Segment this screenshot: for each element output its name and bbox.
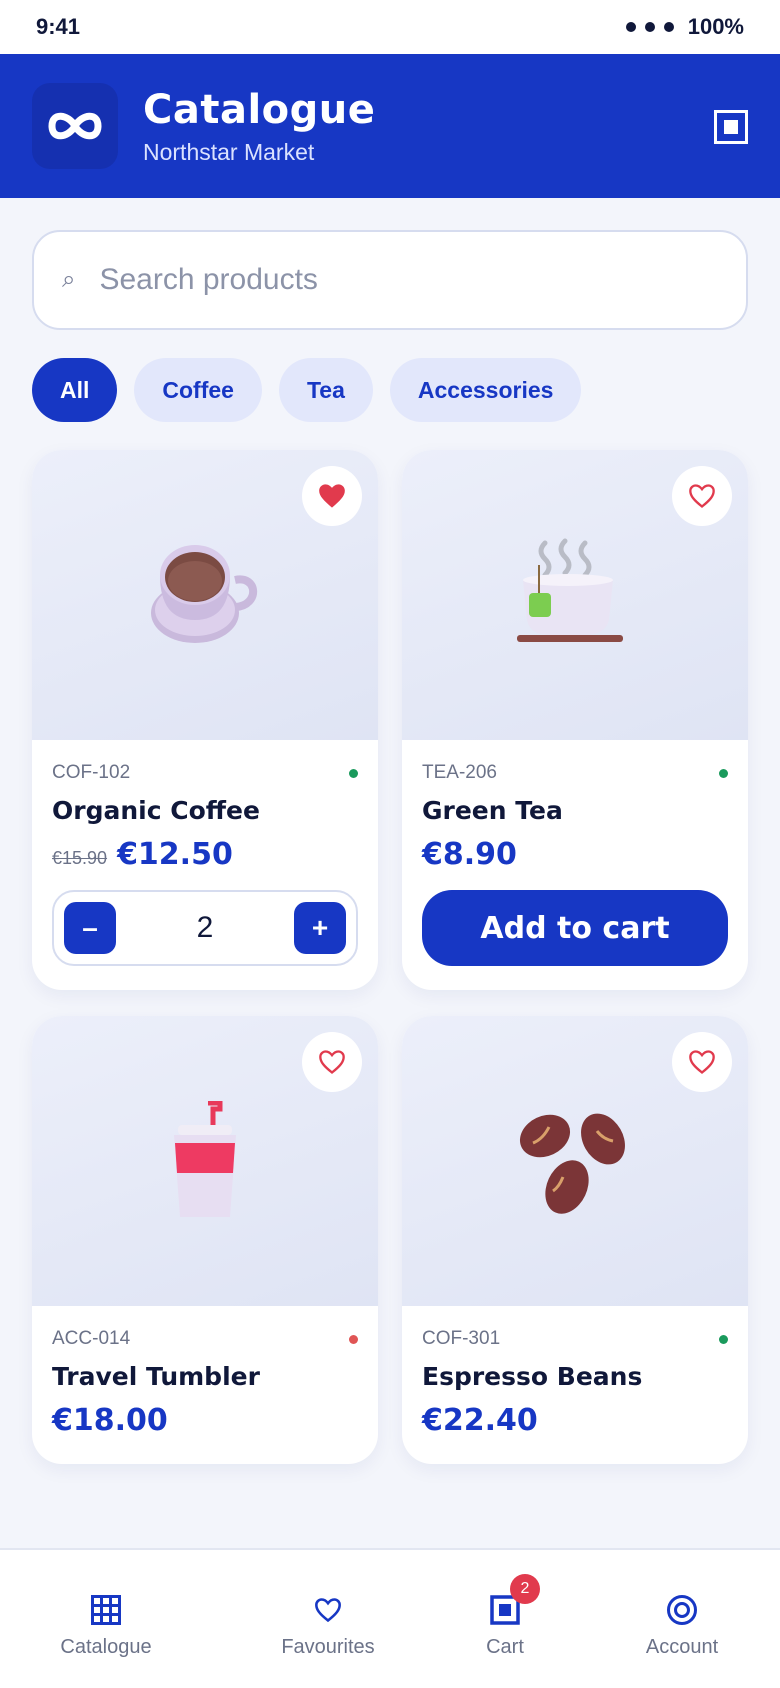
product-name[interactable]: Travel Tumbler bbox=[52, 1362, 358, 1391]
filter-chip-coffee[interactable]: Coffee bbox=[134, 358, 262, 422]
heart-outline-icon bbox=[319, 1050, 345, 1074]
bottom-navigation: Catalogue Favourites Cart 2 Account bbox=[0, 1548, 780, 1688]
product-sku: COF-102 bbox=[52, 762, 131, 783]
store-name: Northstar Market bbox=[143, 138, 315, 165]
tea-cup-icon bbox=[517, 538, 623, 642]
heart-icon bbox=[310, 1592, 346, 1628]
nav-item-favourites[interactable]: Favourites bbox=[263, 1550, 393, 1688]
product-name[interactable]: Green Tea bbox=[422, 796, 728, 825]
product-card-espresso-beans[interactable]: COF-301 Espresso Beans €22.40 bbox=[402, 1016, 748, 1464]
increase-quantity-button[interactable]: + bbox=[294, 902, 346, 954]
app-header: Catalogue Northstar Market bbox=[0, 54, 780, 198]
product-name[interactable]: Organic Coffee bbox=[52, 796, 358, 825]
infinity-logo-icon bbox=[32, 83, 118, 169]
product-sku: TEA-206 bbox=[422, 762, 497, 783]
grid-icon bbox=[88, 1592, 124, 1628]
quantity-stepper: – 2 + bbox=[52, 890, 358, 966]
product-image bbox=[402, 450, 748, 740]
original-price: €15.90 bbox=[52, 848, 108, 868]
heart-outline-icon bbox=[689, 484, 715, 508]
decrease-quantity-button[interactable]: – bbox=[64, 902, 116, 954]
product-price: €8.90 bbox=[422, 837, 517, 872]
status-time: 9:41 bbox=[36, 14, 81, 39]
status-indicators: 100% bbox=[625, 14, 744, 40]
coffee-cup-icon bbox=[151, 545, 258, 643]
heart-outline-icon bbox=[689, 1050, 715, 1074]
nav-item-cart[interactable]: Cart 2 bbox=[465, 1550, 545, 1688]
favorite-button[interactable] bbox=[672, 466, 732, 526]
heart-filled-icon bbox=[319, 484, 345, 508]
status-bar: 9:41 100% bbox=[0, 0, 780, 54]
favorite-button[interactable] bbox=[302, 1032, 362, 1092]
nav-label: Favourites bbox=[281, 1636, 375, 1658]
nav-label: Cart bbox=[486, 1636, 524, 1658]
add-to-cart-button[interactable]: Add to cart bbox=[422, 890, 728, 966]
product-image bbox=[32, 450, 378, 740]
product-price: €22.40 bbox=[422, 1403, 538, 1438]
search-input[interactable] bbox=[99, 263, 680, 297]
product-card-travel-tumbler[interactable]: ACC-014 Travel Tumbler €18.00 bbox=[32, 1016, 378, 1464]
scan-icon[interactable] bbox=[714, 110, 748, 144]
search-icon: ⌕ bbox=[62, 266, 76, 293]
product-sku: COF-301 bbox=[422, 1328, 501, 1349]
filter-chip-all[interactable]: All bbox=[32, 358, 118, 422]
page-title: Catalogue bbox=[143, 86, 376, 133]
favorite-button[interactable] bbox=[672, 1032, 732, 1092]
product-image bbox=[402, 1016, 748, 1306]
filter-chip-accessories[interactable]: Accessories bbox=[389, 358, 582, 422]
coffee-beans-icon bbox=[519, 1113, 625, 1214]
filter-chip-tea[interactable]: Tea bbox=[278, 358, 373, 422]
quantity-value: 2 bbox=[196, 911, 214, 944]
category-filters: All Coffee Tea Accessories bbox=[32, 358, 582, 422]
nav-item-catalogue[interactable]: Catalogue bbox=[46, 1550, 166, 1688]
search-bar[interactable]: ⌕ bbox=[32, 230, 748, 330]
product-name[interactable]: Espresso Beans bbox=[422, 1362, 728, 1391]
account-icon bbox=[664, 1592, 700, 1628]
nav-item-account[interactable]: Account bbox=[632, 1550, 732, 1688]
stock-indicator bbox=[349, 768, 358, 778]
tumbler-icon bbox=[174, 1101, 236, 1217]
product-card-organic-coffee[interactable]: COF-102 Organic Coffee €15.90 €12.50 – 2… bbox=[32, 450, 378, 990]
battery-level: 100% bbox=[687, 14, 744, 39]
nav-label: Catalogue bbox=[60, 1636, 152, 1658]
stock-indicator bbox=[349, 1334, 358, 1344]
product-image bbox=[32, 1016, 378, 1306]
cart-count-badge: 2 bbox=[510, 1574, 540, 1604]
stock-indicator bbox=[719, 768, 728, 778]
nav-label: Account bbox=[645, 1636, 719, 1658]
product-price: €12.50 bbox=[117, 837, 233, 872]
product-price: €18.00 bbox=[52, 1403, 168, 1438]
product-card-green-tea[interactable]: TEA-206 Green Tea €8.90 Add to cart bbox=[402, 450, 748, 990]
favorite-button[interactable] bbox=[302, 466, 362, 526]
signal-icon bbox=[625, 22, 674, 32]
product-sku: ACC-014 bbox=[52, 1328, 131, 1349]
stock-indicator bbox=[719, 1334, 728, 1344]
